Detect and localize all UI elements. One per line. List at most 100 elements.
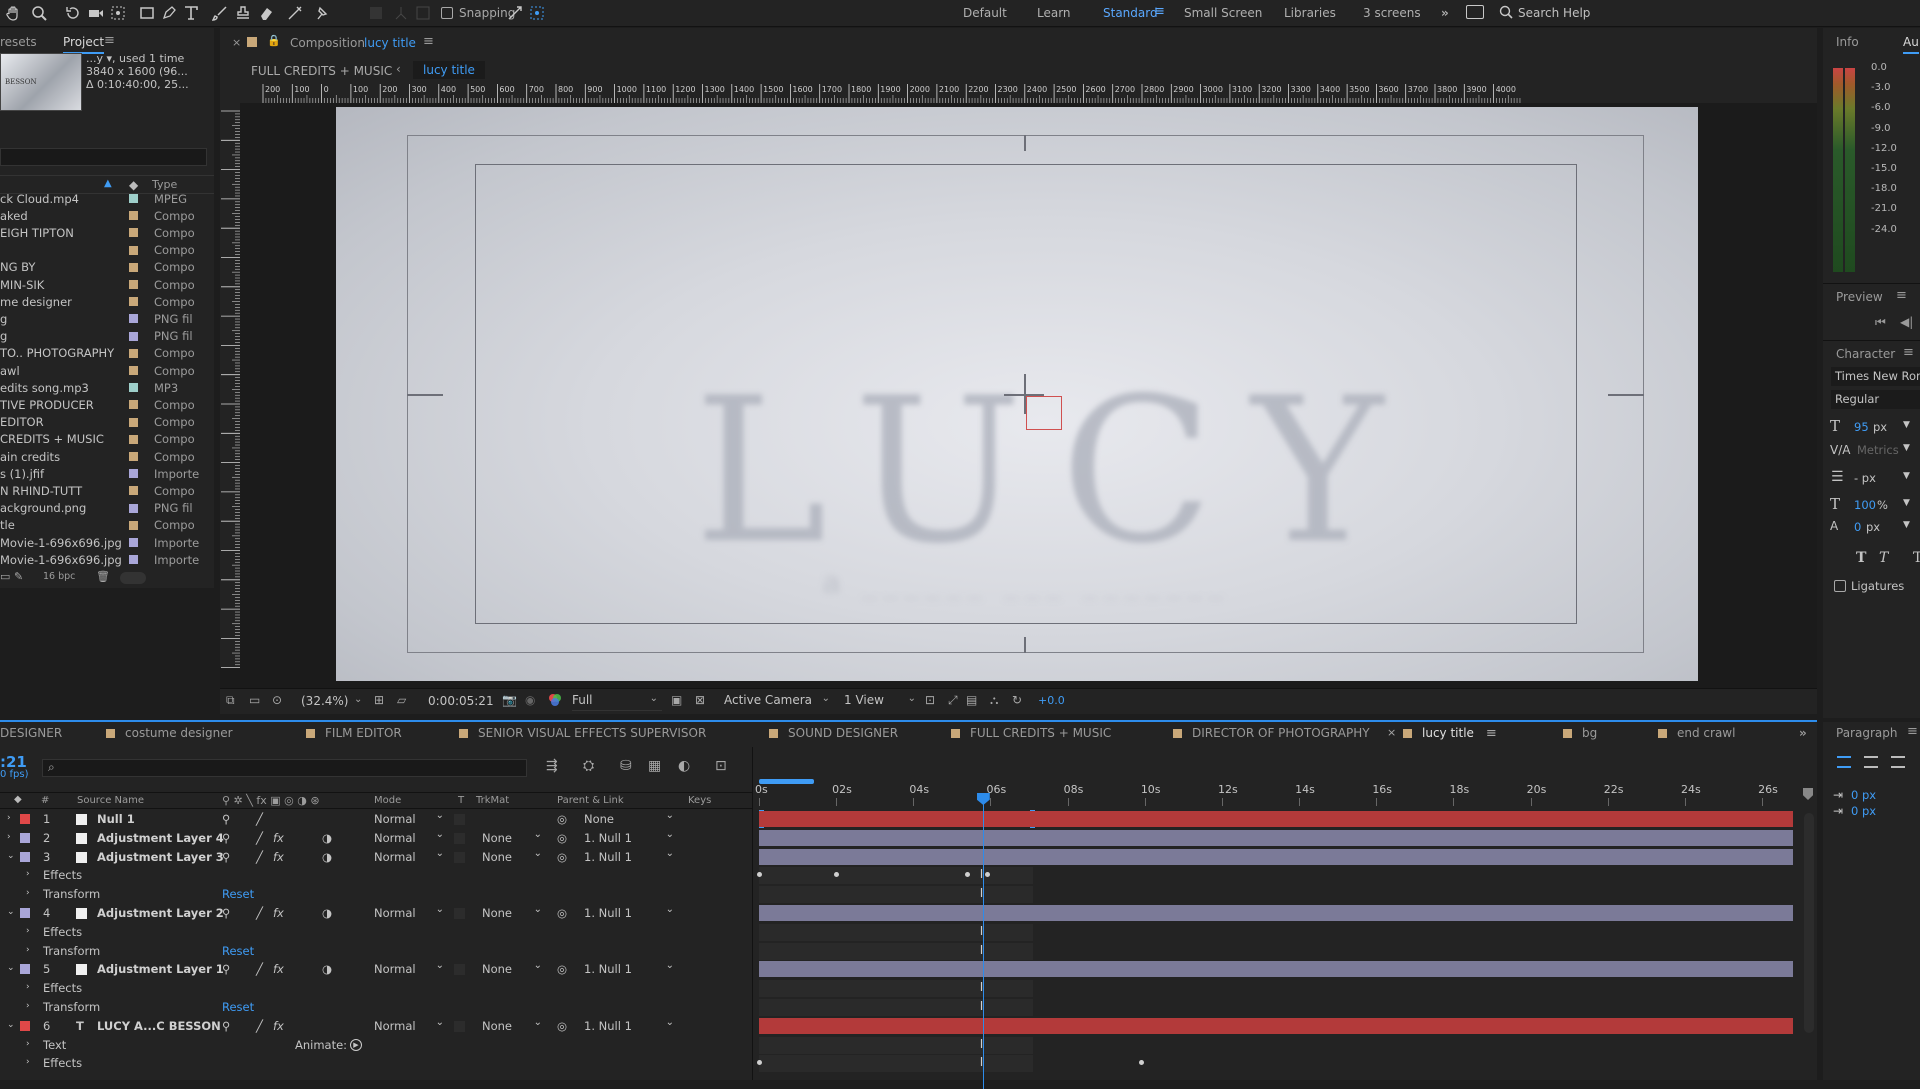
workspace-menu-icon[interactable]: ≡ xyxy=(1154,4,1165,19)
timeline-icon[interactable]: ▤ xyxy=(966,693,977,707)
layer-duration-bar[interactable] xyxy=(759,1017,1793,1034)
project-item-label-color[interactable] xyxy=(129,503,138,513)
parent-dropdown[interactable]: 1. Null 1 ⌄ xyxy=(584,829,674,848)
clone-stamp-tool-icon[interactable] xyxy=(233,3,253,23)
camera-tool-icon[interactable] xyxy=(86,3,106,23)
source-name-header[interactable]: Source Name xyxy=(77,795,144,806)
world-axis-icon[interactable] xyxy=(413,3,433,23)
magnification-chevron-icon[interactable]: ⌄ xyxy=(354,694,362,705)
shy-switch-icon[interactable]: ⚲ xyxy=(222,1019,230,1033)
project-item-label-color[interactable] xyxy=(129,383,138,393)
preserve-transparency-box[interactable] xyxy=(454,832,465,844)
property-group-row[interactable]: › Effects xyxy=(0,866,752,885)
toggle-pixel-aspect-icon[interactable]: ⊡ xyxy=(925,693,935,707)
blend-mode-dropdown[interactable]: Normal ⌄ xyxy=(374,904,444,923)
blend-mode-dropdown[interactable]: Normal ⌄ xyxy=(374,1017,444,1036)
layer-name[interactable]: Adjustment Layer 2 xyxy=(97,906,224,920)
layer-duration-bar[interactable] xyxy=(759,905,1793,921)
leading-chevron-icon[interactable]: ▼ xyxy=(1903,471,1910,481)
preserve-transparency-box[interactable] xyxy=(454,1020,465,1032)
snap-edges-icon[interactable] xyxy=(505,3,525,23)
vertical-scale-value[interactable]: 100 xyxy=(1854,498,1876,512)
align-left-icon[interactable] xyxy=(1837,756,1851,768)
property-group-row[interactable]: › Effects xyxy=(0,1054,752,1073)
expand-property-icon[interactable]: › xyxy=(26,888,30,898)
layer-row[interactable]: ⌄ 3 Adjustment Layer 3 ⚲ ╱ fx ◑ Normal ⌄ None ⌄ ◎ 1.… xyxy=(0,848,752,867)
reset-transform-link[interactable]: Reset xyxy=(222,1000,254,1014)
faux-italic-button[interactable]: T xyxy=(1879,550,1888,566)
layer-duration-bar[interactable] xyxy=(759,829,1793,846)
parent-dropdown[interactable]: 1. Null 1 ⌄ xyxy=(584,904,674,923)
layer-duration-bar[interactable] xyxy=(759,961,1793,978)
blend-mode-dropdown[interactable]: Normal ⌄ xyxy=(374,960,444,979)
pick-whip-icon[interactable]: ◎ xyxy=(557,850,567,864)
adjustment-layer-icon[interactable]: ◑ xyxy=(322,850,332,864)
adjustment-layer-icon[interactable]: ◑ xyxy=(322,831,332,845)
layer-name[interactable]: Adjustment Layer 3 xyxy=(97,850,224,864)
quality-switch-icon[interactable]: ╱ xyxy=(256,962,263,976)
null-layer-handle[interactable] xyxy=(1026,396,1062,430)
project-item-label-color[interactable] xyxy=(129,520,138,530)
region-of-interest-icon[interactable]: ⊞ xyxy=(374,693,384,707)
preserve-transparency-box[interactable] xyxy=(454,908,465,919)
snapshot-camera-icon[interactable]: 📷 xyxy=(502,693,517,707)
tab-audio[interactable]: Au xyxy=(1903,35,1919,54)
composition-mini-flowchart-icon[interactable]: ⇶ xyxy=(546,758,558,774)
quality-switch-icon[interactable]: ╱ xyxy=(256,906,263,920)
reset-transform-link[interactable]: Reset xyxy=(222,944,254,958)
property-group-row[interactable]: › Transform Reset xyxy=(0,885,752,904)
property-group-row[interactable]: › Transform Reset xyxy=(0,942,752,961)
tab-effects-presets[interactable]: resets xyxy=(0,35,37,49)
expand-property-icon[interactable]: › xyxy=(26,982,30,992)
expand-property-icon[interactable]: › xyxy=(26,869,30,879)
shy-switch-icon[interactable]: ⚲ xyxy=(222,831,230,845)
layer-row[interactable]: ⌄ 6 T LUCY A...C BESSON ⚲ ╱ fx Normal ⌄ None ⌄ ◎ 1. … xyxy=(0,1017,752,1036)
fx-switch-icon[interactable]: fx xyxy=(273,906,284,920)
fit-icon[interactable]: ⤢ xyxy=(948,693,958,708)
property-group-row[interactable]: › Text Animate: ▶ xyxy=(0,1036,752,1055)
layer-label-color[interactable] xyxy=(20,832,30,843)
property-group-row[interactable]: › Effects xyxy=(0,979,752,998)
timeline-tab[interactable]: bg xyxy=(1563,726,1597,744)
magnification-dropdown[interactable]: (32.4%) xyxy=(301,694,348,708)
reset-transform-link[interactable]: Reset xyxy=(222,887,254,901)
project-item-label-color[interactable] xyxy=(129,452,138,461)
frame-blending-icon[interactable]: ▦ xyxy=(648,758,661,774)
layer-name[interactable]: Adjustment Layer 1 xyxy=(97,962,224,976)
property-group-row[interactable]: › Effects xyxy=(0,923,752,942)
timeline-tab[interactable]: SENIOR VISUAL EFFECTS SUPERVISOR xyxy=(459,726,706,744)
flowchart-icon[interactable] xyxy=(206,264,214,284)
project-item-label-color[interactable] xyxy=(129,194,138,203)
pick-whip-icon[interactable]: ◎ xyxy=(557,831,567,845)
adjustment-layer-icon[interactable]: ◑ xyxy=(322,906,332,920)
transparency-grid-icon[interactable]: ▱ xyxy=(397,693,406,707)
parent-dropdown[interactable]: 1. Null 1 ⌄ xyxy=(584,1017,674,1036)
track-matte-dropdown[interactable]: None ⌄ xyxy=(482,1017,542,1036)
expand-property-icon[interactable]: › xyxy=(26,1039,30,1049)
parent-dropdown[interactable]: 1. Null 1 ⌄ xyxy=(584,848,674,867)
project-item-label-color[interactable] xyxy=(129,262,138,272)
ligatures-checkbox[interactable] xyxy=(1834,580,1846,592)
quality-switch-icon[interactable]: ╱ xyxy=(256,831,263,845)
axis-icon[interactable] xyxy=(391,3,411,23)
workspace-small-screen[interactable]: Small Screen xyxy=(1184,6,1262,20)
blend-mode-dropdown[interactable]: Normal ⌄ xyxy=(374,810,444,829)
composition-name[interactable]: lucy title xyxy=(364,36,416,50)
blend-mode-dropdown[interactable]: Normal ⌄ xyxy=(374,829,444,848)
keyframe[interactable] xyxy=(1138,1060,1144,1066)
layer-label-color[interactable] xyxy=(20,1020,30,1031)
project-search-input[interactable] xyxy=(0,148,207,166)
layer-label-color[interactable] xyxy=(20,851,30,862)
motion-blur-icon[interactable]: ◐ xyxy=(678,758,690,774)
previous-frame-icon[interactable]: ◀︎| xyxy=(1900,315,1913,329)
layer-name[interactable]: Adjustment Layer 4 xyxy=(97,831,224,845)
indent-first-value[interactable]: 0 px xyxy=(1851,804,1876,818)
track-matte-dropdown[interactable]: None ⌄ xyxy=(482,829,542,848)
layer-row[interactable]: › 1 Null 1 ⚲ ╱ Normal ⌄ ◎ None ⌄ xyxy=(0,810,752,829)
timeline-tab-menu-icon[interactable]: ≡ xyxy=(1486,726,1497,741)
trash-icon[interactable]: 🗑 xyxy=(96,570,110,583)
layer-row[interactable]: ⌄ 4 Adjustment Layer 2 ⚲ ╱ fx ◑ Normal ⌄ None ⌄ ◎ 1.… xyxy=(0,904,752,923)
layer-duration-bar[interactable] xyxy=(759,848,1793,865)
vr-icon[interactable]: ⊙ xyxy=(272,693,282,707)
fx-switch-icon[interactable]: fx xyxy=(273,831,284,845)
